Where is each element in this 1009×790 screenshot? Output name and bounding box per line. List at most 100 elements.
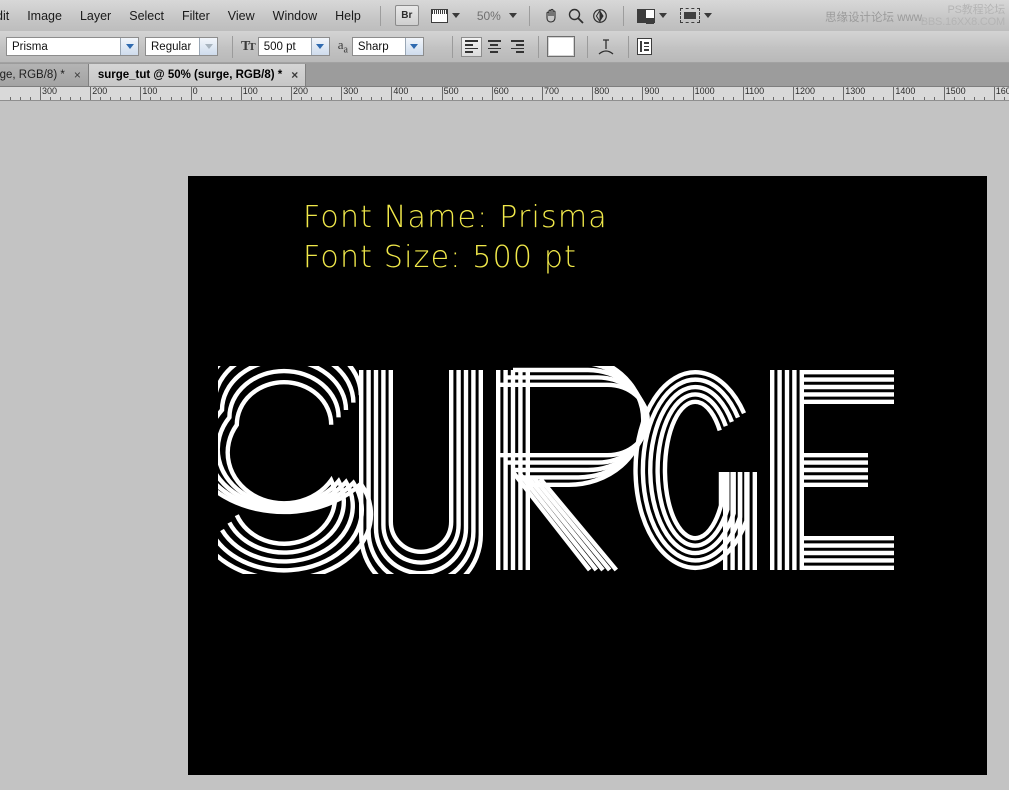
ruler-tick-minor bbox=[462, 97, 463, 100]
ruler-tick-minor bbox=[221, 97, 222, 100]
watermark-line-1: 思缘设计论坛 www. bbox=[825, 9, 925, 25]
font-size-value: 500 pt bbox=[259, 41, 296, 53]
menu-item-select[interactable]: Select bbox=[120, 5, 173, 27]
surge-letterforms bbox=[218, 366, 960, 574]
ruler-tick-minor bbox=[361, 97, 362, 100]
anti-alias-select[interactable]: Sharp bbox=[352, 37, 424, 56]
ruler-tick-minor bbox=[773, 97, 774, 100]
align-left-button[interactable] bbox=[461, 37, 482, 57]
ruler-tick-minor bbox=[934, 97, 935, 100]
ruler-tick-minor bbox=[974, 97, 975, 100]
ruler-tick-minor bbox=[703, 97, 704, 100]
menu-bar: dit Image Layer Select Filter View Windo… bbox=[0, 0, 1009, 32]
ruler-label: 300 bbox=[341, 87, 358, 96]
ruler-tick-minor bbox=[271, 97, 272, 100]
ruler-label: 1500 bbox=[944, 87, 966, 96]
ruler-tick-minor bbox=[873, 97, 874, 100]
ruler-label: 0 bbox=[191, 87, 198, 96]
ruler-tick-minor bbox=[562, 97, 563, 100]
ruler-label: 200 bbox=[291, 87, 308, 96]
document-tab-surge-copy[interactable]: opy @ 50% (surge, RGB/8) * × bbox=[0, 64, 89, 86]
arrange-documents-button[interactable] bbox=[637, 9, 667, 23]
zoom-chevron-down-icon[interactable] bbox=[509, 13, 517, 18]
menu-divider-3 bbox=[623, 6, 624, 26]
font-size-chevron-down-icon[interactable] bbox=[311, 38, 329, 55]
align-right-button[interactable] bbox=[507, 37, 528, 57]
ruler-tick-minor bbox=[120, 97, 121, 100]
options-divider-2 bbox=[452, 36, 453, 58]
ruler-tick-minor bbox=[100, 97, 101, 100]
ruler-tick-minor bbox=[311, 97, 312, 100]
bridge-button[interactable]: Br bbox=[395, 5, 419, 26]
warp-text-button[interactable] bbox=[596, 37, 616, 57]
font-size-select[interactable]: 500 pt bbox=[258, 37, 330, 56]
ruler-tick-minor bbox=[1004, 97, 1005, 100]
ruler-tick-minor bbox=[652, 97, 653, 100]
ruler-tick-minor bbox=[913, 97, 914, 100]
screen-mode-switch-button[interactable] bbox=[680, 8, 712, 23]
options-divider-4 bbox=[587, 36, 588, 58]
menu-item-filter[interactable]: Filter bbox=[173, 5, 219, 27]
anti-alias-value: Sharp bbox=[353, 41, 389, 53]
canvas-text-line-1: Font Name: Prisma bbox=[303, 200, 608, 235]
letter-r bbox=[498, 366, 648, 570]
menu-item-view[interactable]: View bbox=[219, 5, 264, 27]
menu-item-image[interactable]: Image bbox=[18, 5, 71, 27]
font-style-chevron-down-icon[interactable] bbox=[199, 38, 217, 55]
align-center-button[interactable] bbox=[484, 37, 505, 57]
ruler-tick-minor bbox=[422, 97, 423, 100]
ruler-tick-minor bbox=[261, 97, 262, 100]
ruler-label: 1000 bbox=[693, 87, 715, 96]
zoom-level-label[interactable]: 50% bbox=[477, 9, 501, 23]
font-family-chevron-down-icon[interactable] bbox=[120, 38, 138, 55]
ruler-label: 800 bbox=[592, 87, 609, 96]
font-family-select[interactable]: Prisma bbox=[6, 37, 139, 56]
ruler-tick-minor bbox=[482, 97, 483, 100]
ruler-tick-minor bbox=[803, 97, 804, 100]
ruler-tick-minor bbox=[612, 97, 613, 100]
ruler-tick-minor bbox=[662, 97, 663, 100]
ruler-tick-minor bbox=[954, 97, 955, 100]
text-color-swatch[interactable] bbox=[547, 36, 575, 57]
text-align-group bbox=[461, 37, 530, 57]
menu-item-window[interactable]: Window bbox=[264, 5, 326, 27]
ruler-tick-minor bbox=[381, 97, 382, 100]
ruler-label: 400 bbox=[391, 87, 408, 96]
menu-item-help[interactable]: Help bbox=[326, 5, 370, 27]
menu-item-layer[interactable]: Layer bbox=[71, 5, 120, 27]
hand-tool-button[interactable] bbox=[543, 7, 561, 25]
ruler-tick-minor bbox=[582, 97, 583, 100]
screen-mode-frame-icon bbox=[680, 8, 700, 23]
ruler-tick-minor bbox=[733, 97, 734, 100]
ruler-tick-minor bbox=[301, 97, 302, 100]
ruler-tick-minor bbox=[110, 97, 111, 100]
letter-g bbox=[636, 372, 755, 570]
ruler-tick-minor bbox=[903, 97, 904, 100]
document-tab-surge-tut[interactable]: surge_tut @ 50% (surge, RGB/8) * × bbox=[89, 64, 306, 86]
close-icon[interactable]: × bbox=[74, 70, 81, 80]
document-tab-bar: opy @ 50% (surge, RGB/8) * × surge_tut @… bbox=[0, 63, 1009, 87]
ruler-tick-minor bbox=[432, 97, 433, 100]
anti-alias-chevron-down-icon[interactable] bbox=[405, 38, 423, 55]
font-style-select[interactable]: Regular bbox=[145, 37, 218, 56]
ruler-tick-minor bbox=[171, 97, 172, 100]
letter-s bbox=[218, 366, 371, 574]
warp-text-icon bbox=[596, 37, 616, 57]
zoom-tool-button[interactable] bbox=[567, 7, 585, 25]
document-tab-label: opy @ 50% (surge, RGB/8) * bbox=[0, 69, 65, 81]
screen-mode-button[interactable] bbox=[431, 9, 460, 23]
menu-item-edit[interactable]: dit bbox=[0, 5, 18, 27]
ruler-tick-minor bbox=[833, 97, 834, 100]
ruler-tick-minor bbox=[70, 97, 71, 100]
ruler-tick-minor bbox=[50, 97, 51, 100]
document-canvas[interactable]: Font Name: Prisma Font Size: 500 pt bbox=[188, 176, 987, 775]
character-paragraph-panel-button[interactable] bbox=[637, 38, 652, 55]
ruler-label: 300 bbox=[40, 87, 57, 96]
horizontal-ruler[interactable]: 3002001000100200300400500600700800900100… bbox=[0, 87, 1009, 101]
ruler-tick-minor bbox=[984, 97, 985, 100]
close-icon[interactable]: × bbox=[291, 70, 298, 80]
ruler-tick-minor bbox=[964, 97, 965, 100]
rotate-view-tool-button[interactable] bbox=[591, 7, 610, 25]
ruler-tick-minor bbox=[572, 97, 573, 100]
options-bar: Prisma Regular TT 500 pt aa Sharp bbox=[0, 31, 1009, 63]
